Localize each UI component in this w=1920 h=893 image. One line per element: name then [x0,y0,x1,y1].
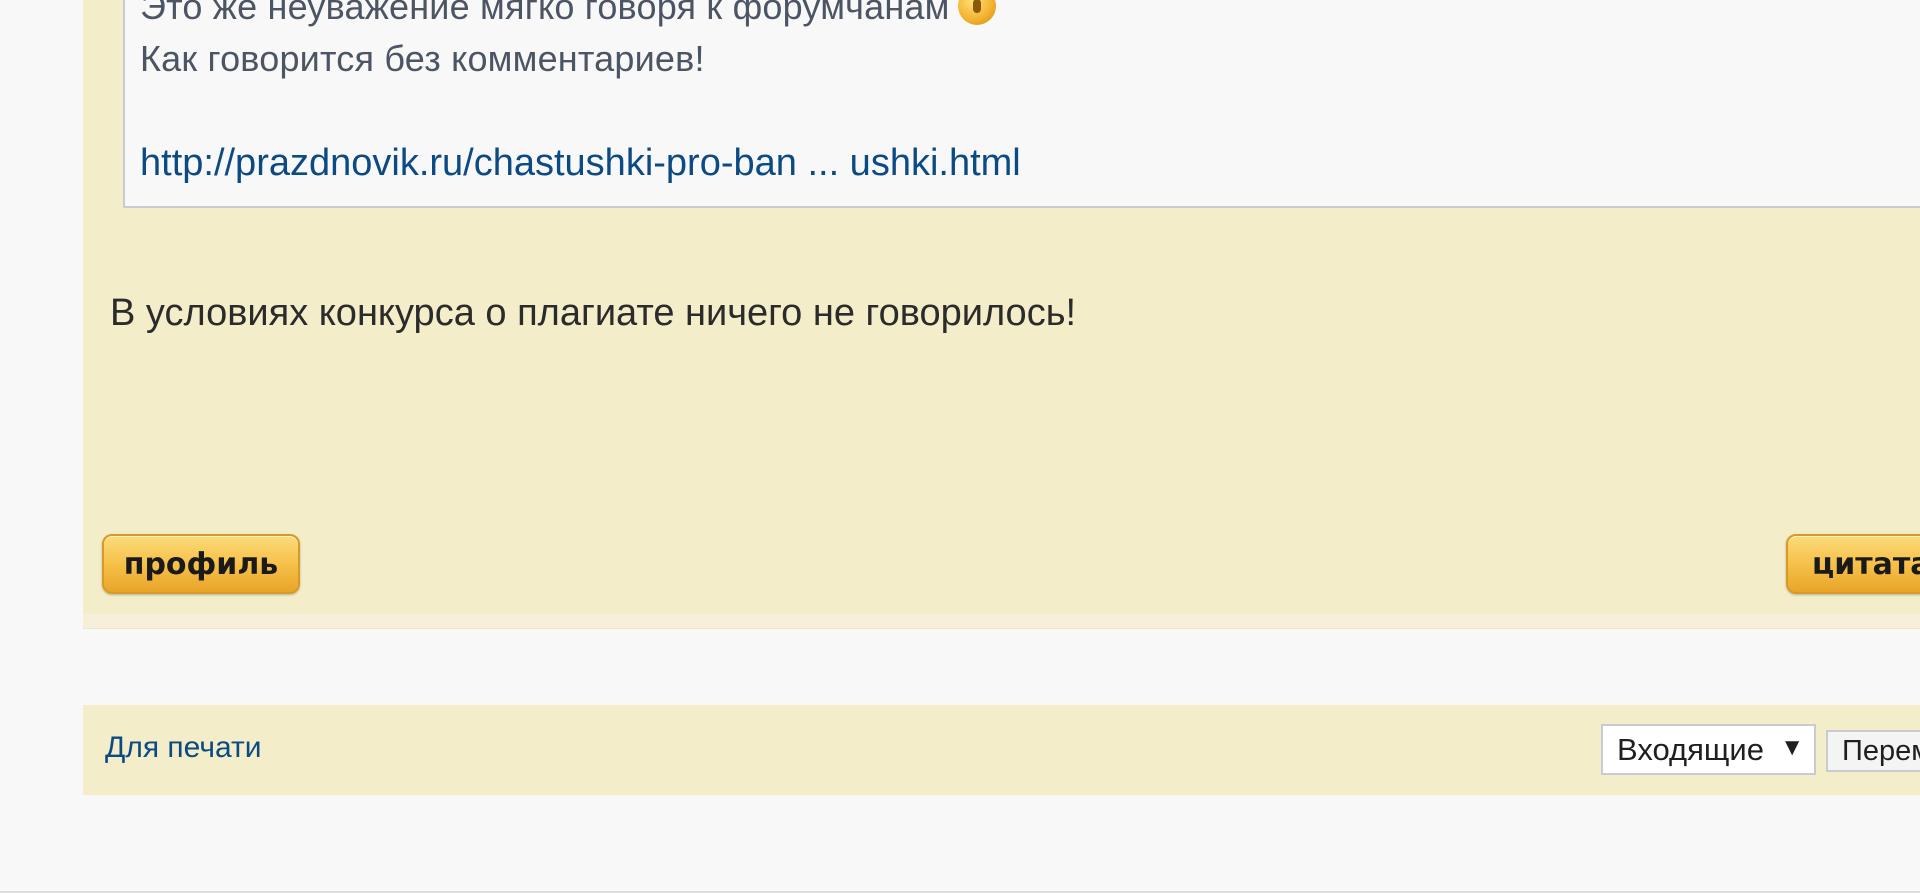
wink-smiley-icon [957,0,996,25]
profile-button[interactable]: профиль [102,534,300,594]
quote-line-1: Это же неуважение мягко говоря к форумча… [140,0,996,28]
move-button[interactable]: Переместить [1826,730,1920,772]
post-message-text: В условиях конкурса о плагиате ничего не… [110,292,1077,334]
quote-external-link[interactable]: http://prazdnovik.ru/chastushki-pro-ban … [140,142,1021,185]
forum-page: Это же неуважение мягко говоря к форумча… [0,0,1920,893]
folder-select-value: Входящие [1617,731,1764,767]
post-panel-footer-strip [83,614,1920,629]
dropdown-arrow-icon: ▼ [1780,734,1804,761]
quote-line-2: Как говорится без комментариев! [140,38,705,79]
print-version-link[interactable]: Для печати [105,731,262,765]
quote-button[interactable]: цитата [1786,534,1920,594]
quote-line-1-text: Это же неуважение мягко говоря к форумча… [140,0,950,27]
folder-select[interactable]: Входящие ▼ [1601,724,1816,775]
